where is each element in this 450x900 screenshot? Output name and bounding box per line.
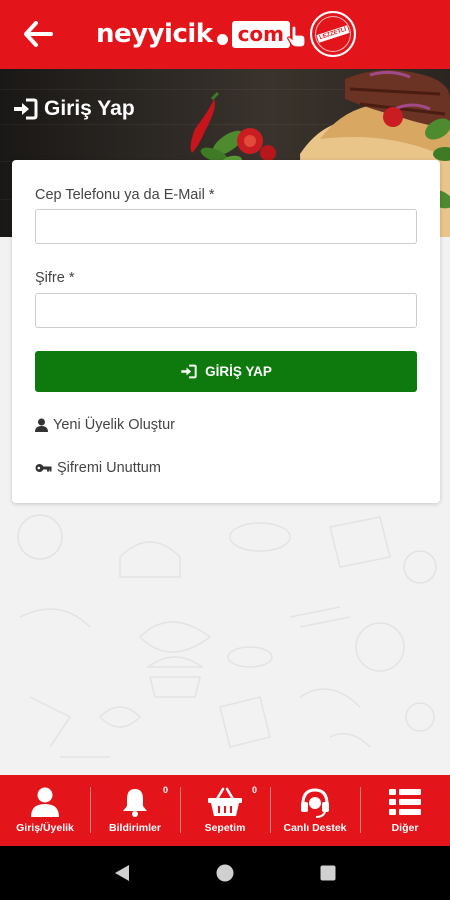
system-back-button[interactable] bbox=[107, 858, 137, 888]
back-button[interactable] bbox=[18, 16, 58, 52]
page-title-text: Giriş Yap bbox=[44, 97, 135, 120]
logo-stamp-text: LEZZETLİ bbox=[316, 25, 350, 43]
bell-icon bbox=[123, 789, 147, 817]
forgot-password-link[interactable]: Şifremi Unuttum bbox=[35, 460, 161, 476]
password-input[interactable] bbox=[35, 293, 417, 328]
nav-label-cart: Sepetim bbox=[204, 822, 246, 834]
key-icon bbox=[35, 464, 52, 472]
password-label: Şifre * bbox=[35, 270, 75, 286]
bottom-nav: Giriş/Üyelik 0 Bildirimler 0 Sepetim Can… bbox=[0, 775, 450, 846]
forgot-password-label: Şifremi Unuttum bbox=[57, 460, 161, 476]
cart-count-badge: 0 bbox=[252, 785, 258, 795]
page-title: Giriş Yap bbox=[12, 97, 135, 121]
phone-email-label: Cep Telefonu ya da E-Mail * bbox=[35, 187, 215, 203]
login-submit-button[interactable]: GİRİŞ YAP bbox=[35, 351, 417, 392]
user-icon bbox=[31, 787, 59, 817]
logo-word: neyyicik bbox=[96, 19, 213, 49]
login-submit-label: GİRİŞ YAP bbox=[205, 364, 272, 379]
logo-dot bbox=[216, 33, 228, 45]
sign-in-icon bbox=[181, 364, 197, 379]
user-icon bbox=[35, 418, 48, 432]
system-home-button[interactable] bbox=[210, 858, 240, 888]
app-header: neyyicik com LEZZETLİ bbox=[0, 0, 450, 69]
circle-home-icon bbox=[216, 864, 234, 882]
nav-label-login-register: Giriş/Üyelik bbox=[16, 822, 74, 834]
nav-label-notifications: Bildirimler bbox=[109, 822, 161, 834]
basket-icon bbox=[208, 787, 242, 816]
phone-email-input[interactable] bbox=[35, 209, 417, 244]
nav-item-login-register[interactable]: Giriş/Üyelik bbox=[0, 775, 90, 846]
headset-icon bbox=[301, 788, 329, 818]
triangle-back-icon bbox=[114, 865, 129, 881]
sign-in-icon bbox=[14, 98, 38, 120]
logo-com: com bbox=[231, 20, 291, 48]
nav-label-live-support: Canlı Destek bbox=[283, 822, 347, 834]
square-recents-icon bbox=[320, 865, 336, 881]
nav-item-cart[interactable]: 0 Sepetim bbox=[180, 775, 270, 846]
register-link[interactable]: Yeni Üyelik Oluştur bbox=[35, 417, 175, 433]
nav-item-notifications[interactable]: 0 Bildirimler bbox=[90, 775, 180, 846]
notifications-count-badge: 0 bbox=[163, 785, 169, 795]
system-recents-button[interactable] bbox=[313, 858, 343, 888]
nav-item-other[interactable]: Diğer bbox=[360, 775, 450, 846]
login-card: Cep Telefonu ya da E-Mail * Şifre * GİRİ… bbox=[12, 160, 440, 503]
nav-label-other: Diğer bbox=[391, 822, 419, 834]
brand-logo: neyyicik com LEZZETLİ bbox=[96, 10, 357, 58]
arrow-left-icon bbox=[24, 21, 53, 47]
register-link-label: Yeni Üyelik Oluştur bbox=[53, 417, 175, 433]
nav-item-live-support[interactable]: Canlı Destek bbox=[270, 775, 360, 846]
system-nav-bar bbox=[0, 846, 450, 900]
logo-stamp: LEZZETLİ bbox=[310, 11, 357, 57]
pointer-hand-icon bbox=[287, 25, 306, 48]
list-icon bbox=[389, 789, 421, 815]
